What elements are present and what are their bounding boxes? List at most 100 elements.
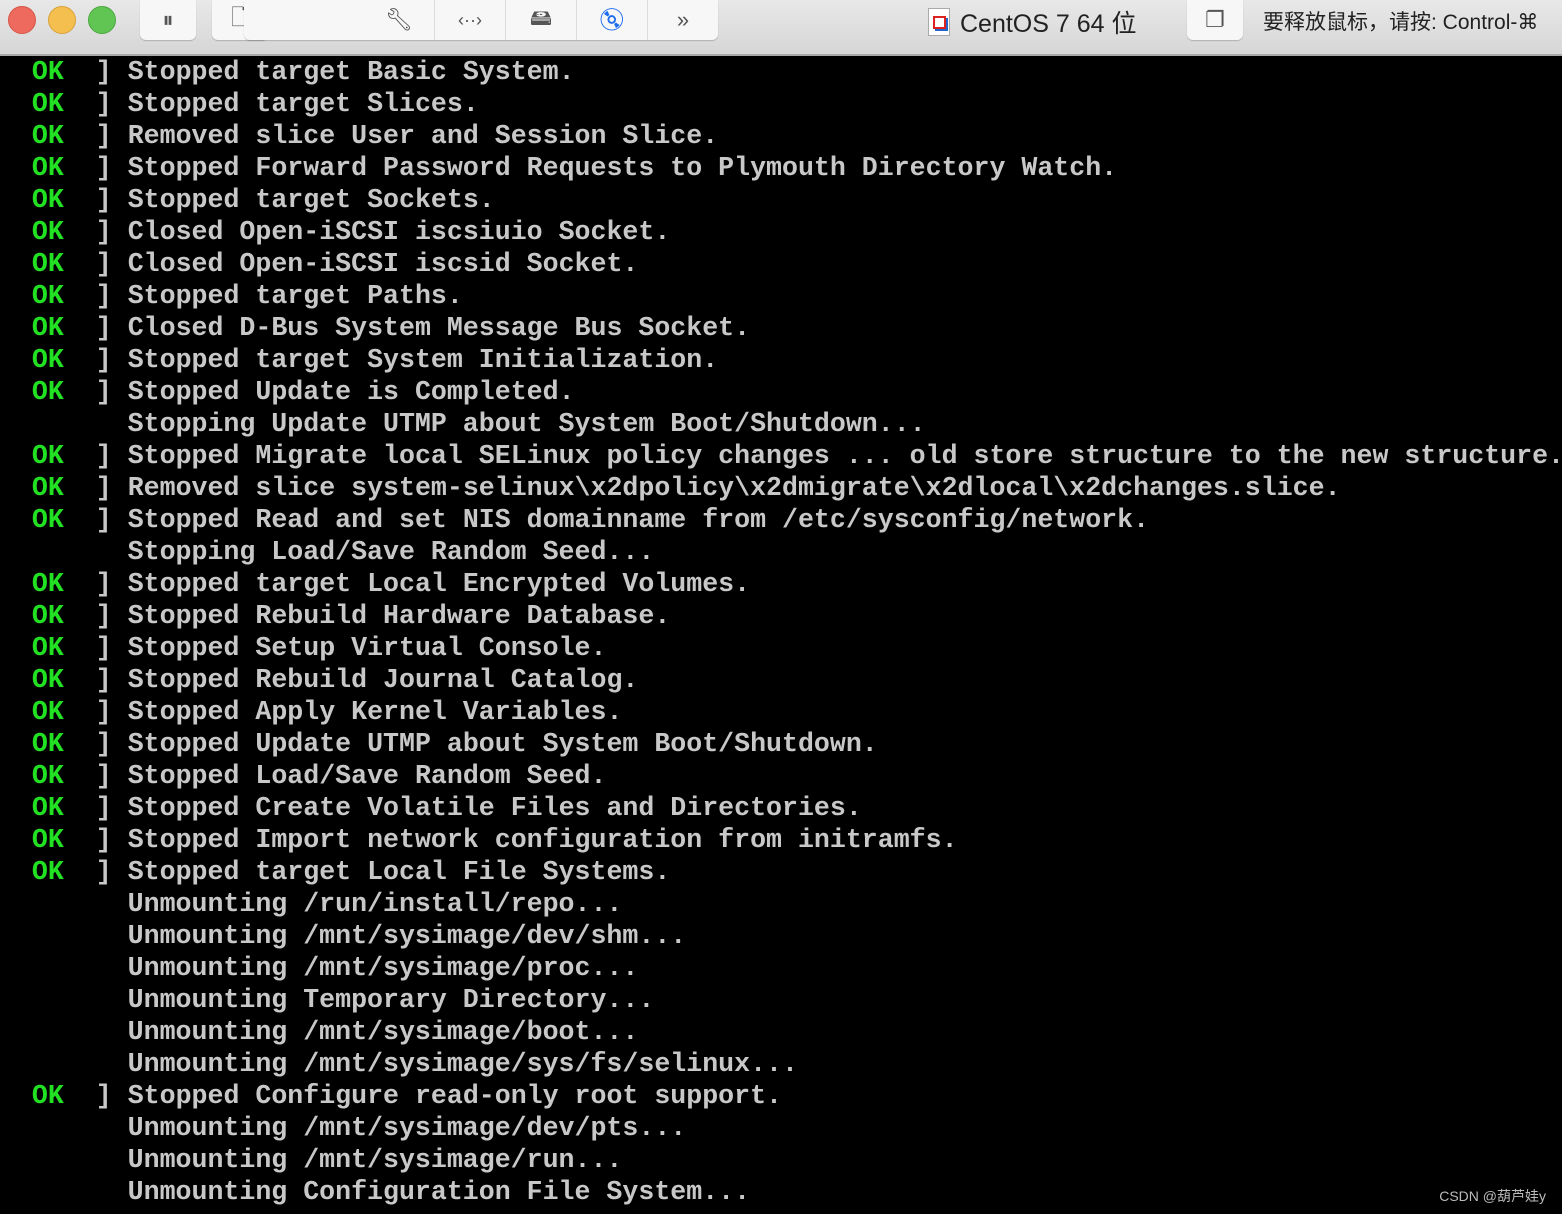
ok-status: OK (31, 601, 64, 631)
console-line: Unmounting Temporary Directory... (0, 984, 1562, 1016)
console-line: OK ] Stopped target Sockets. (31, 185, 495, 215)
more-button[interactable]: » (648, 0, 718, 40)
zoom-window-button[interactable] (88, 6, 116, 34)
console-line-text: Closed D-Bus System Message Bus Socket. (127, 313, 751, 343)
console-line-text: Unmounting /mnt/sysimage/sys/fs/selinux.… (127, 1049, 798, 1079)
ok-status: OK (31, 345, 64, 375)
close-window-button[interactable] (8, 6, 36, 34)
console-line: Unmounting /mnt/sysimage/run... (0, 1144, 1562, 1176)
console-line-text: Stopped Migrate local SELinux policy cha… (127, 441, 1562, 471)
console-line-text: Stopped Load/Save Random Seed. (127, 761, 607, 791)
console-line: OK ] Closed Open-iSCSI iscsid Socket. (31, 249, 639, 279)
console-line-text: Unmounting /mnt/sysimage/run... (127, 1145, 623, 1175)
window-copy-icon: ❐ (1205, 7, 1225, 32)
console-line-text: Stopping Load/Save Random Seed... (127, 537, 655, 567)
console-line-text: Unmounting /mnt/sysimage/boot... (127, 1017, 639, 1047)
console-line: OK ] Stopped Rebuild Hardware Database. (31, 601, 671, 631)
ok-status: OK (31, 473, 64, 503)
cd-dvd-button[interactable]: 💿︎ (577, 0, 648, 40)
console-line-text: Unmounting Temporary Directory... (127, 985, 655, 1015)
console-line-text: Stopped Configure read-only root support… (127, 1081, 783, 1111)
chevron-double-right-icon: » (676, 7, 690, 32)
watermark: CSDN @葫芦娃y (1439, 1188, 1546, 1204)
console-line-text: Stopped Read and set NIS domainname from… (127, 505, 1150, 535)
disk-icon: 🖴︎ (529, 5, 553, 30)
console-line-text: Unmounting /mnt/sysimage/dev/shm... (127, 921, 687, 951)
device-button-group: 🔧︎ ‹··› 🖴︎ 💿︎ » (244, 0, 718, 40)
ok-status: OK (31, 57, 64, 87)
ok-status: OK (31, 633, 64, 663)
console-line: Unmounting /mnt/sysimage/sys/fs/selinux.… (0, 1048, 1562, 1080)
console-line-text: Unmounting /mnt/sysimage/dev/pts... (127, 1113, 687, 1143)
ok-status: OK (31, 761, 64, 791)
ok-status: OK (31, 505, 64, 535)
console-line: Stopping Update UTMP about System Boot/S… (0, 408, 1562, 440)
console-line-text: Stopped Rebuild Hardware Database. (127, 601, 671, 631)
console-line-text: Stopped Forward Password Requests to Ply… (127, 153, 1118, 183)
ok-status: OK (31, 569, 64, 599)
console-line: Stopping Load/Save Random Seed... (0, 536, 1562, 568)
console-line: OK ] Closed D-Bus System Message Bus Soc… (31, 313, 751, 343)
console-line-text: Stopped target Paths. (127, 281, 463, 311)
console-line-text: Stopped Setup Virtual Console. (127, 633, 607, 663)
ok-status: OK (31, 697, 64, 727)
console-line-text: Removed slice User and Session Slice. (127, 121, 719, 151)
fullscreen-button[interactable]: ❐ (1187, 0, 1243, 40)
console-line: Unmounting /mnt/sysimage/proc... (0, 952, 1562, 984)
cd-dvd-icon: 💿︎ (598, 7, 626, 32)
console-line-text: Stopped Import network configuration fro… (127, 825, 958, 855)
console-line: OK ] Stopped Read and set NIS domainname… (31, 505, 1150, 535)
ok-status: OK (31, 153, 64, 183)
settings-button[interactable]: 🔧︎ (364, 0, 435, 40)
console-line: OK ] Closed Open-iSCSI iscsiuio Socket. (31, 217, 671, 247)
console-line: OK ] Stopped target Slices. (31, 89, 479, 119)
console-line: Unmounting /mnt/sysimage/dev/pts... (0, 1112, 1562, 1144)
console-line-text: Closed Open-iSCSI iscsiuio Socket. (127, 217, 671, 247)
console-line-text: Stopped Rebuild Journal Catalog. (127, 665, 639, 695)
ok-status: OK (31, 857, 64, 887)
pause-icon: ⏸ (162, 7, 174, 32)
console-line-text: Stopped Create Volatile Files and Direct… (127, 793, 862, 823)
ok-status: OK (31, 313, 64, 343)
console-line: Unmounting /mnt/sysimage/boot... (0, 1016, 1562, 1048)
vm-title-text: CentOS 7 64 位 (960, 10, 1137, 38)
console-line-text: Closed Open-iSCSI iscsid Socket. (127, 249, 639, 279)
console-line: OK ] Stopped Setup Virtual Console. (31, 633, 607, 663)
ok-status: OK (31, 793, 64, 823)
console-line: Unmounting /mnt/sysimage/dev/shm... (0, 920, 1562, 952)
vm-toolbar: ⏸ 🗋 🔧︎ ‹··› 🖴︎ 💿︎ » CentOS 7 64 位 ❐ 要释放鼠… (0, 0, 1562, 56)
ok-status: OK (31, 729, 64, 759)
console-line-text: Stopped Apply Kernel Variables. (127, 697, 623, 727)
vm-document-icon (928, 8, 950, 36)
console-line: Unmounting /run/install/repo... (0, 888, 1562, 920)
console-line: OK ] Stopped Import network configuratio… (31, 825, 958, 855)
disk-button[interactable]: 🖴︎ (506, 0, 577, 40)
console-line: OK ] Stopped target Local File Systems. (31, 857, 671, 887)
ok-status: OK (31, 665, 64, 695)
pause-button[interactable]: ⏸ (140, 0, 196, 40)
ok-status: OK (31, 185, 64, 215)
network-button[interactable]: ‹··› (435, 0, 506, 40)
console-line-text: Stopped target Sockets. (127, 185, 495, 215)
vm-title: CentOS 7 64 位 (928, 4, 1136, 40)
console-line: OK ] Stopped target Basic System. (31, 57, 575, 87)
release-mouse-hint: 要释放鼠标，请按: Control-⌘ (1263, 11, 1539, 34)
ok-status: OK (31, 281, 64, 311)
network-icon: ‹··› (458, 9, 482, 30)
console-line-text: Stopped Update is Completed. (127, 377, 575, 407)
minimize-window-button[interactable] (48, 6, 76, 34)
console-line-text: Stopped Update UTMP about System Boot/Sh… (127, 729, 878, 759)
ok-status: OK (31, 377, 64, 407)
console-line: Unmounting Configuration File System... (0, 1176, 1562, 1208)
console-line-text: Removed slice system-selinux\x2dpolicy\x… (127, 473, 1341, 503)
console-line: OK ] Removed slice User and Session Slic… (31, 121, 719, 151)
vm-console[interactable]: OK ] Stopped target Basic System. OK ] S… (0, 56, 1562, 1208)
console-line: OK ] Stopped target Local Encrypted Volu… (31, 569, 751, 599)
console-line-text: Unmounting /run/install/repo... (127, 889, 623, 919)
ok-status: OK (31, 825, 64, 855)
console-line: OK ] Stopped Create Volatile Files and D… (31, 793, 862, 823)
ok-status: OK (31, 217, 64, 247)
ok-status: OK (31, 1081, 64, 1111)
ok-status: OK (31, 121, 64, 151)
ok-status: OK (31, 89, 64, 119)
